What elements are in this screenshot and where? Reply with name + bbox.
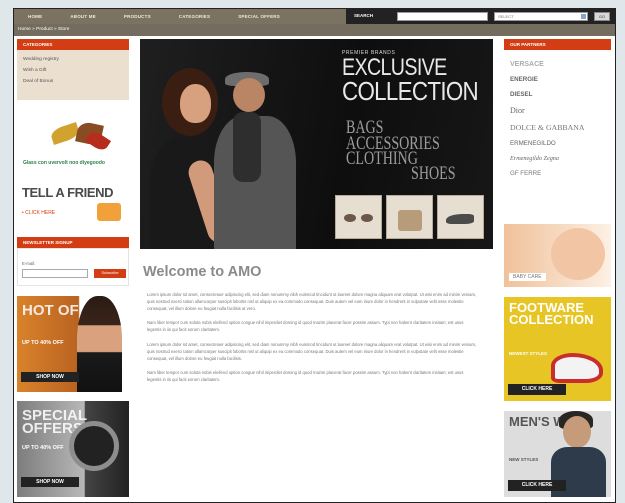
- category-select[interactable]: SELECT: [494, 12, 588, 21]
- sneaker-image: [551, 353, 603, 383]
- handbag-product-image[interactable]: [386, 195, 433, 239]
- scarf-image: [233, 112, 261, 182]
- watch-image: [69, 421, 119, 471]
- brand-dior[interactable]: Dior: [510, 106, 605, 115]
- brand-dolce-gabbana[interactable]: DOLCE & GABBANA: [510, 123, 605, 132]
- nav-categories[interactable]: CATEGORIES: [165, 14, 224, 19]
- mens-wear-line: NEW STYLES: [509, 457, 539, 462]
- top-bar: HOME ABOUT ME PRODUCTS CATEGORIES SPECIA…: [14, 9, 615, 24]
- newsletter-title: NEWSLETTER SIGNUP: [17, 237, 129, 248]
- newsletter-email-field[interactable]: [22, 269, 88, 278]
- category-item-deal-bonus[interactable]: Deal of Bonus: [23, 79, 123, 84]
- brand-diesel[interactable]: DIESEL: [510, 91, 605, 98]
- shoe-product-image[interactable]: [437, 195, 484, 239]
- sunglasses-product-image[interactable]: [335, 195, 382, 239]
- special-offers-line: UP TO 40% OFF: [22, 445, 64, 451]
- footwear-click-button[interactable]: CLICK HERE: [508, 384, 566, 395]
- categories-title: CATEGORIES: [17, 39, 129, 50]
- nav-special-offers[interactable]: SPECIAL OFFERS: [224, 14, 294, 19]
- brand-list: VERSACE ENERGIE DIESEL Dior DOLCE & GABB…: [504, 50, 611, 212]
- hero-subline-shoes: SHOES: [411, 163, 456, 184]
- tell-friend-title: TELL A FRIEND: [22, 185, 114, 200]
- baby-face-image: [551, 228, 605, 280]
- mens-wear-banner[interactable]: MEN'S WEAR NEW STYLES CLICK HERE: [504, 411, 611, 497]
- category-item-wedding-registry[interactable]: Wedding registry: [23, 57, 123, 62]
- category-item-wish-gift[interactable]: Wish a Gift: [23, 68, 123, 73]
- website-frame: HOME ABOUT ME PRODUCTS CATEGORIES SPECIA…: [13, 8, 616, 503]
- brand-ermenegildo-zegna[interactable]: Ermenegildo Zegna: [510, 155, 605, 162]
- red-leaf-icon: [84, 129, 112, 153]
- baby-care-banner[interactable]: BABY CARE: [504, 224, 611, 287]
- special-offers-banner[interactable]: SPECIAL OFFERS UP TO 40% OFF SHOP NOW: [17, 401, 129, 497]
- left-sidebar: CATEGORIES Wedding registry Wish a Gift …: [17, 39, 129, 502]
- subscribe-button[interactable]: Subscribe: [94, 269, 126, 278]
- hero-subline-clothing: CLOTHING: [346, 148, 418, 169]
- hero-title-line-2: COLLECTION: [342, 76, 479, 106]
- brands-title: OUR PARTNERS: [504, 39, 611, 50]
- category-select-value: SELECT: [498, 14, 514, 19]
- special-offers-shop-button[interactable]: SHOP NOW: [21, 477, 79, 487]
- brand-gf-ferre[interactable]: GF FERRE: [510, 170, 605, 177]
- main-content: PREMIER BRANDS EXCLUSIVE COLLECTION BAGS…: [140, 39, 493, 502]
- content-paragraph-2: Nam liber tempor cum soluta nobis eleife…: [147, 319, 464, 332]
- chevron-down-icon: [581, 14, 586, 19]
- page-title: Welcome to AMO: [143, 264, 262, 280]
- brand-energie[interactable]: ENERGIE: [510, 76, 605, 83]
- tell-friend-subtitle: • CLICK HERE: [22, 210, 56, 216]
- content-paragraph-1: Lorem ipsum dolor sit amet, consectetuer…: [147, 292, 477, 312]
- woman-face-image: [180, 84, 211, 123]
- content-paragraph-3: Lorem ipsum dolor sit amet, consectetuer…: [147, 342, 477, 362]
- footwear-line: NEWEST STYLES: [509, 351, 548, 356]
- content-paragraph-4: Nam liber tempor cum soluta nobis eleife…: [147, 369, 464, 382]
- right-sidebar: OUR PARTNERS VERSACE ENERGIE DIESEL Dior…: [504, 39, 611, 502]
- nav-home[interactable]: HOME: [14, 14, 56, 19]
- gift-bag-icon: [97, 203, 121, 221]
- nav-products[interactable]: PRODUCTS: [110, 14, 165, 19]
- main-navigation: HOME ABOUT ME PRODUCTS CATEGORIES SPECIA…: [14, 9, 346, 24]
- hot-offers-line: UP TO 40% OFF: [22, 340, 64, 346]
- category-list: Wedding registry Wish a Gift Deal of Bon…: [17, 50, 129, 100]
- footwear-title: FOOTWARE COLLECTION: [509, 300, 594, 327]
- newsletter-box: NEWSLETTER SIGNUP E-mail: Subscribe: [17, 237, 129, 286]
- footwear-collection-banner[interactable]: FOOTWARE COLLECTION NEWEST STYLES CLICK …: [504, 297, 611, 401]
- search-input[interactable]: [397, 12, 488, 21]
- baby-care-label: BABY CARE: [509, 273, 546, 281]
- email-label: E-mail:: [22, 261, 36, 266]
- search-label: SEARCH: [354, 13, 374, 18]
- tell-a-friend-banner[interactable]: TELL A FRIEND • CLICK HERE: [17, 177, 129, 229]
- nav-about[interactable]: ABOUT ME: [56, 14, 110, 19]
- brand-ermenegildo[interactable]: ERMENEGILDO: [510, 140, 605, 147]
- hero-banner[interactable]: PREMIER BRANDS EXCLUSIVE COLLECTION BAGS…: [140, 39, 493, 249]
- hot-offers-banner[interactable]: HOT OFFERS UP TO 40% OFF SHOP NOW: [17, 296, 129, 392]
- mens-wear-click-button[interactable]: CLICK HERE: [508, 480, 566, 491]
- leaves-promo-text: Glass con uvervolt noo diyegoodo: [23, 160, 105, 166]
- brand-versace[interactable]: VERSACE: [510, 61, 605, 68]
- newsletter-body: E-mail: Subscribe: [17, 248, 129, 286]
- search-button[interactable]: GO: [594, 12, 610, 21]
- man-face-image: [563, 416, 591, 448]
- woman-image: [77, 296, 122, 392]
- man-head-image: [233, 78, 265, 112]
- hot-offers-shop-button[interactable]: SHOP NOW: [21, 372, 79, 382]
- leaves-promo-banner[interactable]: Glass con uvervolt noo diyegoodo: [17, 116, 129, 173]
- breadcrumb: Home » Product » Store: [14, 24, 615, 36]
